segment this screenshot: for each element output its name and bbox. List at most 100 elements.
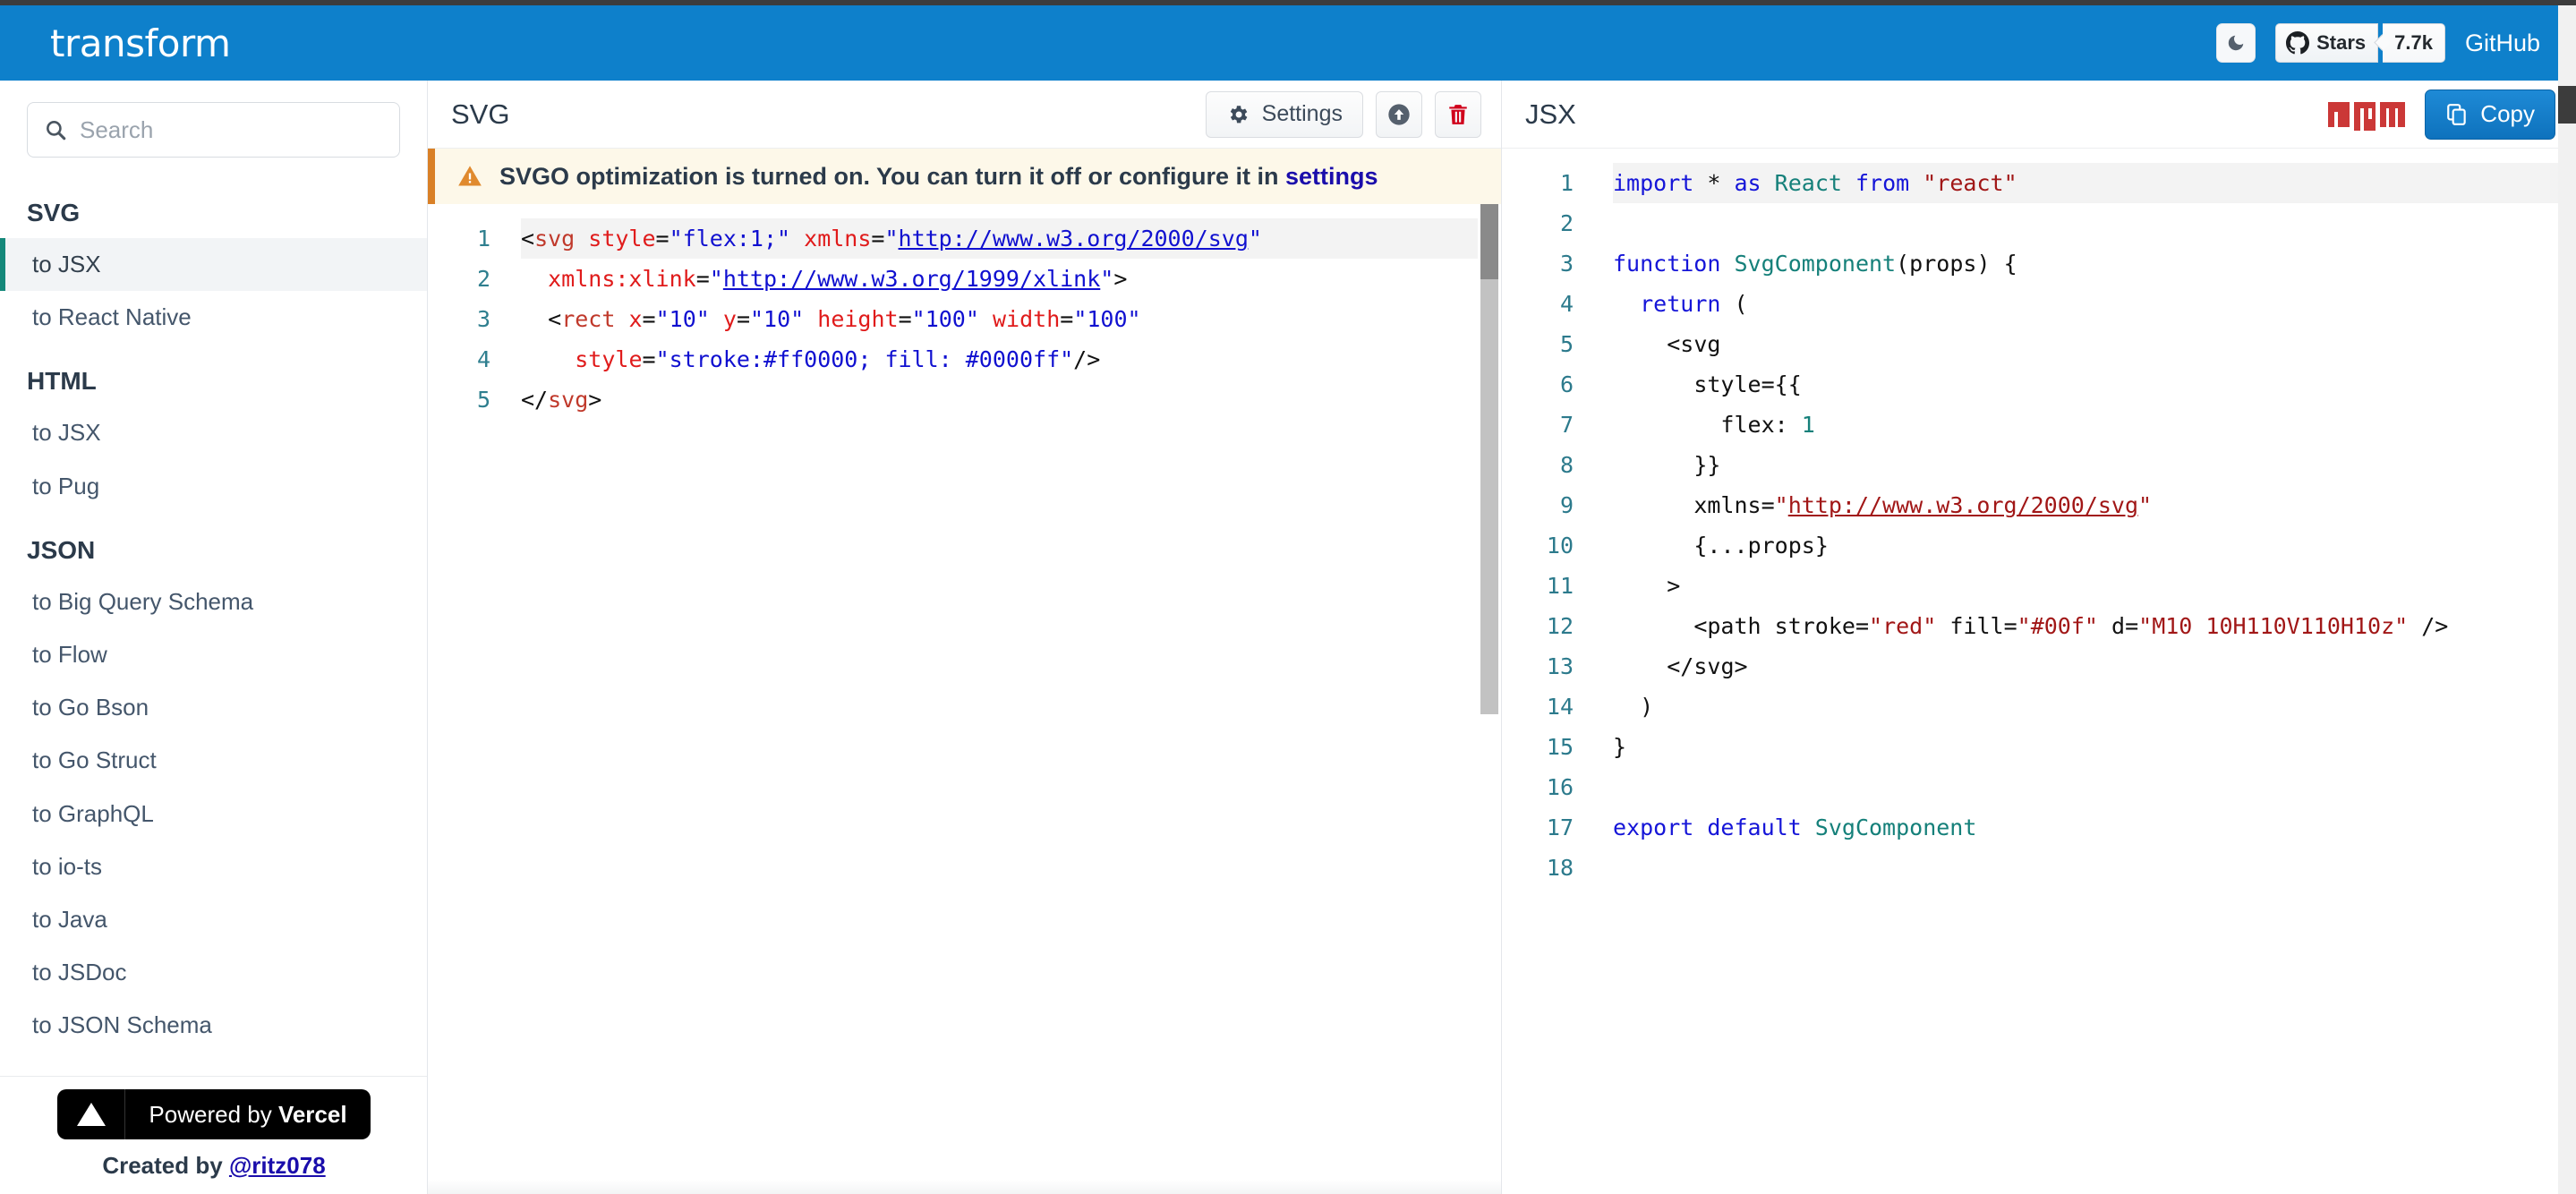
created-by-handle-link[interactable]: @ritz078: [229, 1152, 326, 1179]
line-number: 17: [1546, 814, 1574, 840]
upload-button[interactable]: [1376, 90, 1422, 138]
app-brand[interactable]: transform: [50, 21, 231, 65]
github-mark-icon: [2286, 31, 2310, 55]
line-number: 3: [476, 306, 490, 332]
svg-code-editor[interactable]: 1 2 3 4 5 <svg style="flex:1;" xmlns="ht…: [428, 204, 1501, 1104]
line-number: 1: [1559, 170, 1574, 196]
line-number: 2: [1559, 210, 1574, 236]
svg-code-lines[interactable]: <svg style="flex:1;" xmlns="http://www.w…: [505, 204, 1501, 420]
vercel-prefix: Powered by: [149, 1100, 278, 1128]
vercel-triangle-icon: [57, 1089, 126, 1139]
nav-group-title-html: HTML: [27, 367, 97, 396]
powered-by-vercel-badge[interactable]: Powered by Vercel: [57, 1089, 371, 1139]
code-line: <path stroke="red" fill="#00f" d="M10 10…: [1693, 613, 2449, 639]
app-body: SVG to JSX to React Native HTML to JSX t…: [0, 81, 2576, 1194]
code-line: >: [1667, 573, 1681, 599]
jsx-gutter: 1 2 3 4 5 6 7 8 9 10 11 12 13 14 15 16 17 18: [1502, 149, 1588, 888]
svg-editor-scroll-thumb[interactable]: [1480, 204, 1498, 714]
sidebar-item-html-to-pug[interactable]: to Pug: [0, 460, 427, 513]
copy-button[interactable]: Copy: [2425, 89, 2555, 140]
code-line: </svg>: [521, 387, 602, 413]
jsx-code-editor[interactable]: 1 2 3 4 5 6 7 8 9 10 11 12 13 14 15 16 17 18 import * as …: [1502, 149, 2575, 1194]
app-header: transform Stars 7.7k GitHub: [0, 5, 2576, 81]
sidebar-item-json-to-flow[interactable]: to Flow: [0, 628, 427, 681]
stars-label: Stars: [2316, 31, 2367, 54]
code-line: xmlns="http://www.w3.org/2000/svg": [1693, 492, 2153, 518]
sidebar-item-json-to-io-ts[interactable]: to io-ts: [0, 840, 427, 893]
line-number: 9: [1559, 492, 1574, 518]
nav-group-title-json: JSON: [27, 535, 96, 564]
sidebar-item-json-to-go-struct[interactable]: to Go Struct: [0, 734, 427, 787]
trash-icon: [1449, 104, 1467, 124]
theme-toggle-button[interactable]: [2216, 23, 2256, 63]
line-number: 15: [1546, 734, 1574, 760]
sidebar: SVG to JSX to React Native HTML to JSX t…: [0, 81, 428, 1194]
line-number: 2: [476, 266, 490, 292]
code-line: <svg style="flex:1;" xmlns="http://www.w…: [521, 218, 1501, 259]
sidebar-item-json-to-big-query-schema[interactable]: to Big Query Schema: [0, 576, 427, 628]
stars-count[interactable]: 7.7k: [2383, 23, 2445, 63]
line-number: 14: [1546, 694, 1574, 720]
line-number: 8: [1559, 452, 1574, 478]
line-number: 10: [1546, 533, 1574, 559]
code-line: }}: [1693, 452, 1721, 478]
github-link[interactable]: GitHub: [2465, 30, 2540, 57]
code-line: xmlns:xlink="http://www.w3.org/1999/xlin…: [548, 266, 1128, 292]
sidebar-item-svg-to-jsx[interactable]: to JSX: [0, 238, 427, 292]
line-number: 11: [1546, 573, 1574, 599]
line-number: 7: [1559, 412, 1574, 438]
search-input[interactable]: [80, 115, 383, 144]
page-scrollbar-thumb[interactable]: [2558, 86, 2576, 124]
line-number: 4: [476, 346, 490, 372]
created-by-prefix: Created by: [102, 1152, 229, 1179]
line-number: 4: [1559, 291, 1574, 317]
svgo-settings-link[interactable]: settings: [1285, 163, 1378, 190]
sidebar-item-json-to-jsdoc[interactable]: to JSDoc: [0, 946, 427, 999]
sidebar-item-json-to-graphql[interactable]: to GraphQL: [0, 788, 427, 840]
line-number: 12: [1546, 613, 1574, 639]
svg-panel-header: SVG Settings: [428, 81, 1501, 149]
copy-icon: [2447, 103, 2467, 125]
code-line: style={{: [1693, 371, 1802, 397]
npm-logo[interactable]: [2328, 98, 2406, 131]
settings-button[interactable]: Settings: [1205, 90, 1363, 138]
code-line: <rect x="10" y="10" height="100" width="…: [548, 306, 1141, 332]
sidebar-item-html-to-jsx[interactable]: to JSX: [0, 406, 427, 459]
svg-editor-scrollbar[interactable]: [1478, 204, 1501, 1104]
sidebar-item-svg-to-react-native[interactable]: to React Native: [0, 291, 427, 344]
warning-triangle-icon: [458, 166, 482, 186]
stars-button[interactable]: Stars: [2275, 23, 2379, 63]
jsx-code-lines[interactable]: import * as React from "react" function …: [1588, 149, 2575, 888]
code-line: </svg>: [1667, 653, 1748, 679]
github-stars-badge[interactable]: Stars 7.7k: [2275, 23, 2445, 63]
search-box[interactable]: [27, 102, 400, 158]
line-number: 13: [1546, 653, 1574, 679]
svg-panel: SVG Settings SVGO optimization is turned…: [428, 81, 1502, 1194]
line-number: 1: [476, 226, 490, 252]
copy-button-label: Copy: [2480, 100, 2535, 127]
jsx-panel-title: JSX: [1525, 98, 1576, 130]
gear-icon: [1230, 105, 1248, 123]
svg-editor-hscrollbar[interactable]: [428, 1180, 1501, 1194]
svg-editor-scroll-thumb-top[interactable]: [1480, 204, 1498, 279]
code-line: export default SvgComponent: [1613, 814, 1977, 840]
sidebar-item-json-to-go-bson[interactable]: to Go Bson: [0, 681, 427, 734]
code-line: import * as React from "react": [1613, 163, 2575, 203]
jsx-panel-actions: Copy: [2328, 89, 2555, 140]
jsx-panel: JSX Copy 1 2 3 4 5 6 7 8 9 10 11 12 13 1…: [1502, 81, 2575, 1194]
svg-gutter: 1 2 3 4 5: [428, 204, 505, 420]
header-actions: Stars 7.7k GitHub: [2216, 23, 2540, 63]
sidebar-item-json-to-json-schema[interactable]: to JSON Schema: [0, 999, 427, 1052]
vercel-brand: Vercel: [277, 1100, 347, 1128]
moon-icon: [2228, 35, 2244, 51]
search-icon: [47, 121, 66, 141]
line-number: 16: [1546, 774, 1574, 800]
page-scrollbar-track[interactable]: [2558, 5, 2576, 1194]
code-line: function SvgComponent(props) {: [1613, 251, 2017, 277]
delete-button[interactable]: [1435, 90, 1481, 138]
sidebar-item-json-to-java[interactable]: to Java: [0, 893, 427, 946]
created-by: Created by @ritz078: [102, 1152, 325, 1180]
